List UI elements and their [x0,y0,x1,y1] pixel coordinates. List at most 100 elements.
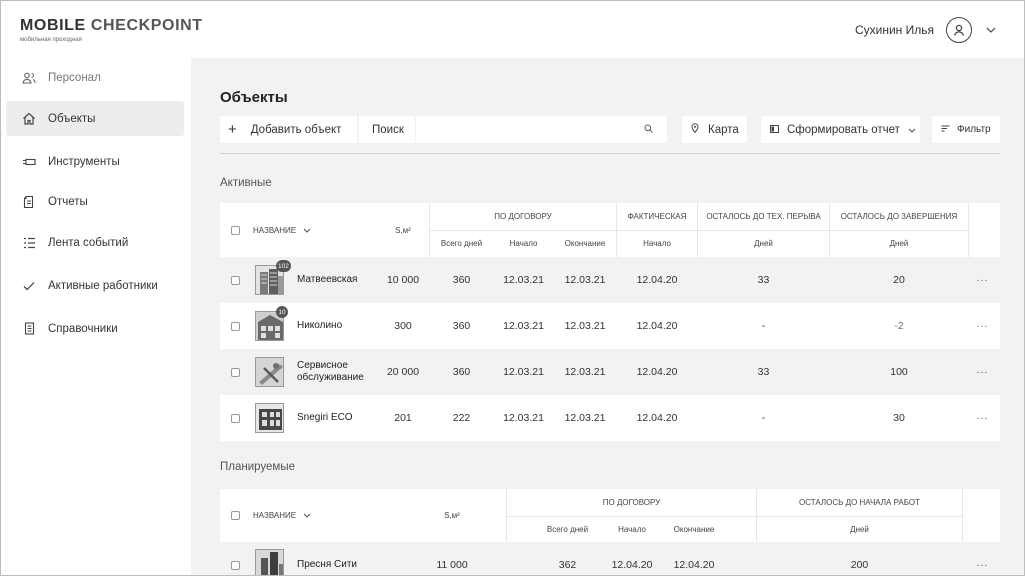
toolbar: + Добавить объект Поиск Карта Сформирова… [220,116,1000,143]
divider [220,153,1000,154]
more-options-button[interactable]: ··· [977,257,989,303]
select-all-checkbox-cell [220,203,250,257]
cell-area: 10 000 [386,274,420,286]
people-icon [22,71,36,85]
cell-total-days: 360 [452,366,471,378]
add-object-label: Добавить объект [250,123,342,136]
row-checkbox[interactable] [230,367,240,377]
select-all-checkbox[interactable] [230,225,240,235]
table-row[interactable]: Сервисное обслуживание 20 000 360 12.03.… [220,349,1000,395]
sidebar-item-label: Инструменты [48,155,120,168]
plus-icon: + [228,121,237,138]
column-header-contract: ПО ДОГОВОРУ [494,212,552,221]
column-header-tech-break: ОСТАЛОСЬ ДО ТЕХ. ПЕРЫВА [706,212,821,221]
user-menu[interactable]: Сухинин Илья [855,17,996,43]
sidebar-item-personnel[interactable]: Персонал [6,60,184,95]
column-header-days: Дней [850,524,869,534]
cell-completion: 30 [893,412,905,424]
row-checkbox[interactable] [230,275,240,285]
chevron-down-icon [908,124,916,136]
object-name[interactable]: Матвеевская [297,257,357,303]
sidebar-item-directories[interactable]: Справочники [6,311,184,346]
column-header-name[interactable]: НАЗВАНИЕ [253,489,373,542]
logo-bold: MOBILE [20,17,86,34]
row-checkbox-cell [220,257,250,303]
map-pin-icon [691,123,699,136]
more-options-button[interactable]: ··· [977,395,989,441]
cell-actual-start: 12.04.20 [636,412,678,424]
column-header-contract: ПО ДОГОВОРУ [602,498,661,507]
more-options-button[interactable]: ··· [977,542,989,575]
sidebar-item-reports[interactable]: Отчеты [6,184,184,219]
main-content: Объекты + Добавить объект Поиск Карта Сф… [191,58,1024,575]
book-icon [22,322,36,336]
cell-completion: 100 [890,366,908,378]
row-checkbox[interactable] [230,321,240,331]
chevron-down-icon [303,226,311,235]
cell-area: 300 [394,320,412,332]
column-header-days: Дней [889,239,909,248]
object-name[interactable]: Николино [297,303,342,349]
cell-start: 12.03.21 [503,366,544,378]
cell-tech-break: - [761,320,766,332]
cell-until-start: 200 [850,559,869,571]
filter-label: Фильтр [957,124,991,135]
sidebar-item-active-workers[interactable]: Активные работники [6,268,184,303]
more-options-button[interactable]: ··· [977,349,989,395]
app-window: MOBILE CHECKPOINT мобильная проходная Су… [0,0,1025,576]
column-header-total-days: Всего дней [440,239,483,248]
select-all-checkbox[interactable] [230,511,240,520]
table-row[interactable]: 10 Николино 300 360 12.03.21 12.03.21 12… [220,303,1000,349]
table-row[interactable]: 102 Матвеевская 10 000 360 12.03.21 12.0… [220,257,1000,303]
more-options-button[interactable]: ··· [977,303,989,349]
row-checkbox[interactable] [230,413,240,423]
table-row[interactable]: Snegiri ECO 201 222 12.03.21 12.03.21 12… [220,395,1000,441]
logo-light: CHECKPOINT [90,17,203,34]
column-header-area: S,м² [444,511,460,520]
object-name[interactable]: Пресня Сити [297,542,357,575]
logo[interactable]: MOBILE CHECKPOINT мобильная проходная [20,17,203,43]
filter-button[interactable]: Фильтр [932,116,1000,143]
map-button[interactable]: Карта [682,116,747,143]
search-input[interactable] [416,116,667,143]
column-header-name-label: НАЗВАНИЕ [253,511,297,520]
column-header-actual-start: Начало [643,239,671,248]
sidebar-item-label: Лента событий [48,236,129,249]
table-header: НАЗВАНИЕ S,м² ПО ДОГОВОРУ ОСТАЛОСЬ ДО НА… [220,489,1000,542]
report-icon [770,124,779,136]
section-title-active: Активные [220,177,272,189]
add-object-button[interactable]: + Добавить объект [220,116,357,143]
document-icon [22,195,36,209]
cell-total-days: 222 [452,412,471,424]
cell-start: 12.03.21 [503,320,544,332]
cell-total-days: 362 [558,559,577,571]
column-header-completion: ОСТАЛОСЬ ДО ЗАВЕРШЕНИЯ [840,212,958,221]
cell-tech-break: 33 [757,366,770,378]
filter-icon [941,124,950,135]
column-header-area: S,м² [395,225,411,235]
object-name[interactable]: Сервисное обслуживание [297,349,369,395]
sidebar: Персонал Объекты Инструменты Отчеты Лент… [1,58,191,575]
sidebar-item-objects[interactable]: Объекты [6,101,184,136]
object-name[interactable]: Snegiri ECO [297,395,353,441]
search-icon[interactable] [644,124,653,136]
column-header-days: Дней [754,239,773,248]
sidebar-item-event-feed[interactable]: Лента событий [6,225,184,260]
map-label: Карта [708,123,739,136]
row-checkbox-cell [220,349,250,395]
table-row[interactable]: Пресня Сити 11 000 362 12.04.20 12.04.20… [220,542,1000,575]
cell-area: 20 000 [386,366,420,378]
cell-start: 12.04.20 [611,559,653,571]
chevron-down-icon[interactable] [986,25,996,35]
sidebar-item-label: Персонал [48,71,101,84]
row-checkbox[interactable] [230,560,240,570]
check-icon [22,279,36,293]
column-header-total-days: Всего дней [546,524,589,534]
column-header-name[interactable]: НАЗВАНИЕ [253,203,373,257]
table-header: НАЗВАНИЕ S,м² ПО ДОГОВОРУ ФАКТИЧЕСКАЯ ОС… [220,203,1000,257]
avatar-icon[interactable] [946,17,972,43]
select-all-checkbox-cell [220,489,250,542]
cell-end: 12.04.20 [673,559,715,571]
sidebar-item-tools[interactable]: Инструменты [6,144,184,179]
report-button[interactable]: Сформировать отчет [761,116,920,143]
